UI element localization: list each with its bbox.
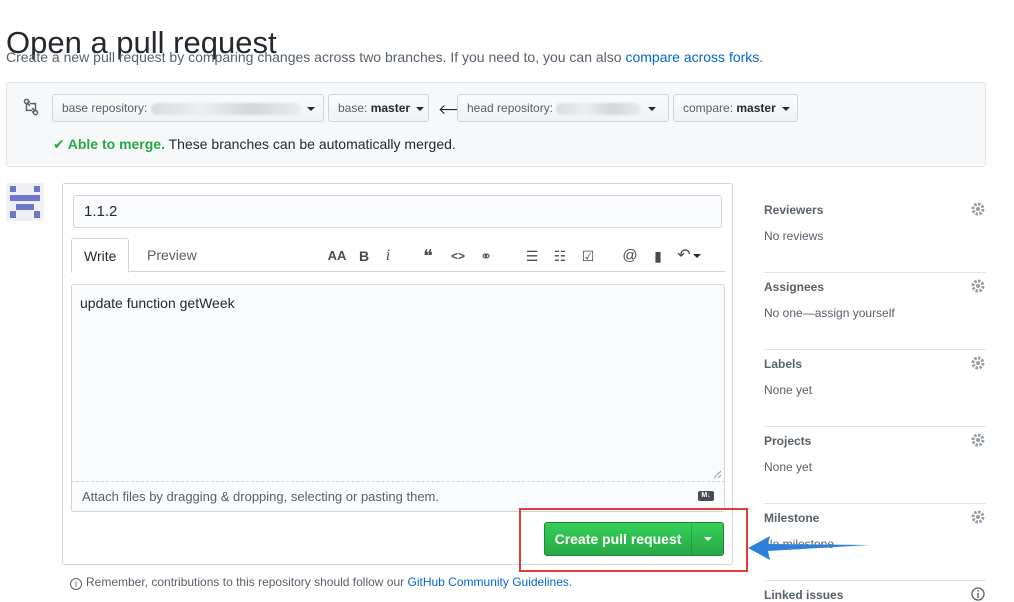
avatar-pixel [16,204,34,210]
avatar-pixel [10,195,40,201]
sidebar-section-title[interactable]: Milestone [764,511,819,525]
quote-icon[interactable]: ❝ [418,246,438,266]
community-guidelines-link[interactable]: GitHub Community Guidelines [408,575,569,589]
markdown-toolbar: AA B i ❝ <> ⚭ ☰ ☷ ☑ @ ▮ ↶ [320,246,715,266]
red-highlight-box [519,508,748,572]
sidebar-projects: Projects None yet [764,427,986,504]
compare-range-box: base repository: base: master 🡐 head rep… [6,82,986,167]
merge-status: ✔ Able to merge. These branches can be au… [53,136,456,153]
head-repository-select[interactable]: head repository: [457,94,669,122]
sidebar-linked-issues: Linked issues [764,581,986,602]
redacted-repo-name [556,102,642,115]
mention-icon[interactable]: @ [620,246,640,266]
sidebar-section-title[interactable]: Projects [764,434,811,448]
avatar[interactable] [6,183,44,221]
avatar-pixel [34,211,40,218]
sidebar-section-title[interactable]: Reviewers [764,203,823,217]
gear-icon[interactable] [970,278,986,294]
gear-icon[interactable] [970,355,986,371]
compare-across-forks-link[interactable]: compare across forks [625,49,759,65]
sidebar-section-value[interactable]: No one—assign yourself [764,306,895,320]
reply-icon[interactable]: ↶ [675,246,703,266]
avatar-pixel [10,186,16,192]
subtitle-end: . [759,49,764,65]
gear-icon[interactable] [970,201,986,217]
base-branch-label: base: [338,101,368,115]
chevron-down-icon [782,106,791,111]
attach-files-text: Attach files by dragging & dropping, sel… [82,489,439,504]
remember-text: Remember, contributions to this reposito… [86,575,408,589]
gear-icon[interactable] [970,509,986,525]
bold-icon[interactable]: B [354,246,374,266]
base-repository-label: base repository: [62,101,148,115]
resize-handle-icon[interactable] [713,470,722,479]
base-branch-select[interactable]: base: master [328,94,429,122]
sidebar-labels: Labels None yet [764,350,986,427]
compare-branch-select[interactable]: compare: master [673,94,798,122]
pr-body-textarea[interactable]: update function getWeek [71,284,725,482]
reply-arrow: ↶ [677,247,691,264]
code-icon[interactable]: <> [448,246,468,266]
merge-ok-text: Able to merge. [67,136,165,152]
tab-write[interactable]: Write [71,238,130,273]
sidebar-section-title[interactable]: Labels [764,357,802,371]
compare-branch-label: compare: [683,101,734,115]
sidebar-section-title[interactable]: Assignees [764,280,824,294]
sidebar-section-value: None yet [764,383,813,397]
unordered-list-icon[interactable]: ☰ [522,246,542,266]
compare-branch-value: master [736,101,776,115]
sidebar-section-value: No reviews [764,229,824,243]
page-subtitle: Create a new pull request by comparing c… [6,49,763,65]
sidebar-section-value: None yet [764,460,813,474]
tab-preview[interactable]: Preview [135,238,209,273]
sidebar-section-title: Linked issues [764,588,844,602]
header-text-icon[interactable]: AA [326,246,348,266]
avatar-pixel [34,186,40,192]
annotation-arrow-icon [748,536,870,560]
sidebar-reviewers: Reviewers No reviews [764,196,986,273]
subtitle-text: Create a new pull request by comparing c… [6,49,626,65]
link-icon[interactable]: ⚭ [476,246,496,266]
bookmark-icon[interactable]: ▮ [648,246,668,266]
info-icon[interactable] [970,586,986,602]
ordered-list-icon[interactable]: ☷ [550,246,570,266]
head-repository-label: head repository: [467,101,554,115]
task-list-icon[interactable]: ☑ [578,246,598,266]
gear-icon[interactable] [970,432,986,448]
pr-title-input[interactable]: 1.1.2 [73,195,722,228]
check-icon: ✔ [53,136,65,152]
editor-tabs: Write Preview AA B i ❝ <> ⚭ ☰ ☷ ☑ @ ▮ ↶ [71,238,725,273]
sidebar-assignees: Assignees No one—assign yourself [764,273,986,350]
markdown-icon: M↓ [698,491,714,501]
remember-end: . [568,575,573,589]
chevron-down-icon [307,106,316,111]
redacted-repo-name [150,102,301,115]
italic-icon[interactable]: i [378,246,398,266]
chevron-down-icon [647,106,656,111]
base-repository-select[interactable]: base repository: [52,94,324,122]
chevron-down-icon [416,106,425,111]
chevron-down-icon [692,253,701,258]
merge-detail-text: These branches can be automatically merg… [164,136,456,152]
contribution-notice: i Remember, contributions to this reposit… [70,575,572,590]
git-compare-icon [23,98,39,116]
base-branch-value: master [370,101,411,115]
avatar-pixel [10,211,16,218]
info-icon: i [70,578,82,590]
